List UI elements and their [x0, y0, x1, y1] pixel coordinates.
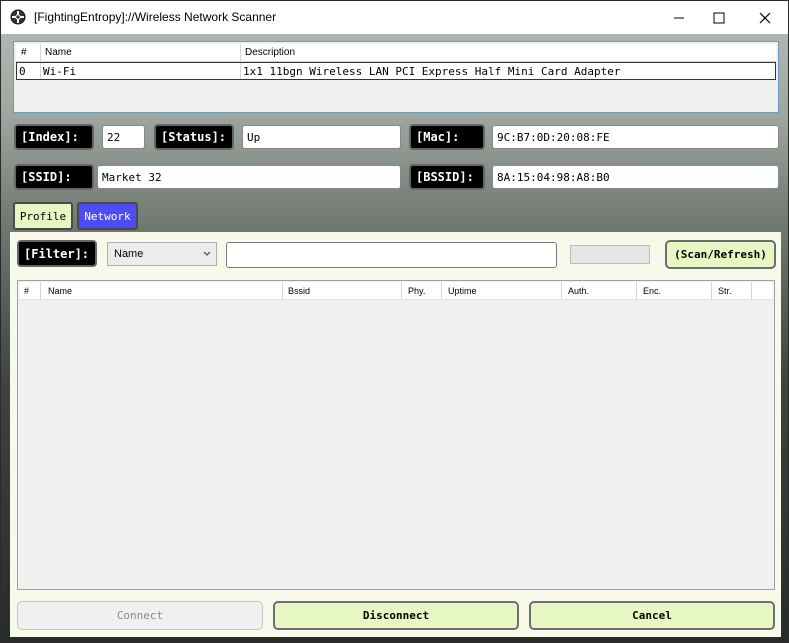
network-results-table[interactable]: # Name Bssid Phy. Uptime Auth. Enc. Str.	[17, 280, 775, 590]
filter-property-value: Name	[114, 248, 144, 260]
filter-property-select[interactable]: Name	[107, 242, 217, 266]
scan-refresh-button[interactable]: (Scan/Refresh)	[665, 240, 776, 269]
filter-label: [Filter]:	[17, 240, 97, 267]
chevron-down-icon	[203, 251, 211, 256]
interface-name: Wi-Fi	[43, 65, 77, 78]
results-table-header: # Name Bssid Phy. Uptime Auth. Enc. Str.	[19, 282, 773, 300]
disconnect-button[interactable]: Disconnect	[273, 601, 519, 630]
status-label: [Status]:	[154, 124, 234, 150]
close-icon	[759, 12, 771, 23]
column-header-index[interactable]: #	[21, 47, 27, 58]
tab-profile[interactable]: Profile	[13, 202, 73, 230]
results-column-uptime[interactable]: Uptime	[448, 286, 477, 296]
network-panel: [Filter]: Name (Scan/Refresh) # Name Bss…	[10, 232, 781, 637]
interface-list[interactable]: # Name Description 0 Wi-Fi 1x1 11bgn Wir…	[13, 41, 779, 113]
cancel-button[interactable]: Cancel	[529, 601, 775, 630]
mac-field[interactable]: 9C:B7:0D:20:08:FE	[492, 125, 779, 149]
interface-description: 1x1 11bgn Wireless LAN PCI Express Half …	[243, 65, 621, 78]
tab-network[interactable]: Network	[77, 202, 138, 230]
app-window: [FightingEntropy]://Wireless Network Sca…	[0, 0, 789, 643]
maximize-icon	[713, 12, 725, 23]
bssid-label: [BSSID]:	[409, 164, 485, 190]
index-field[interactable]: 22	[102, 125, 145, 149]
interface-list-header: # Name Description	[16, 44, 776, 62]
app-icon	[10, 9, 26, 25]
minimize-icon	[674, 17, 684, 18]
scan-progress-bar	[570, 245, 650, 264]
bssid-field[interactable]: 8A:15:04:98:A8:B0	[492, 165, 779, 189]
results-column-str[interactable]: Str.	[718, 286, 732, 296]
column-header-description[interactable]: Description	[245, 47, 295, 58]
column-header-name[interactable]: Name	[45, 47, 72, 58]
maximize-button[interactable]	[696, 1, 742, 34]
results-column-phy[interactable]: Phy.	[408, 286, 425, 296]
ssid-field[interactable]: Market 32	[97, 165, 401, 189]
connect-button[interactable]: Connect	[17, 601, 263, 630]
index-label: [Index]:	[14, 124, 94, 150]
close-button[interactable]	[742, 1, 788, 34]
filter-text-input[interactable]	[226, 242, 557, 268]
status-field[interactable]: Up	[242, 125, 401, 149]
ssid-label: [SSID]:	[14, 164, 94, 190]
results-column-name[interactable]: Name	[48, 286, 72, 296]
interface-index: 0	[19, 65, 26, 78]
mac-label: [Mac]:	[409, 124, 485, 150]
window-title: [FightingEntropy]://Wireless Network Sca…	[34, 10, 277, 24]
results-column-enc[interactable]: Enc.	[643, 286, 661, 296]
results-column-auth[interactable]: Auth.	[568, 286, 589, 296]
title-bar: [FightingEntropy]://Wireless Network Sca…	[1, 1, 788, 34]
results-column-bssid[interactable]: Bssid	[288, 286, 310, 296]
interface-row[interactable]: 0 Wi-Fi 1x1 11bgn Wireless LAN PCI Expre…	[16, 62, 776, 80]
results-column-index[interactable]: #	[24, 286, 29, 296]
